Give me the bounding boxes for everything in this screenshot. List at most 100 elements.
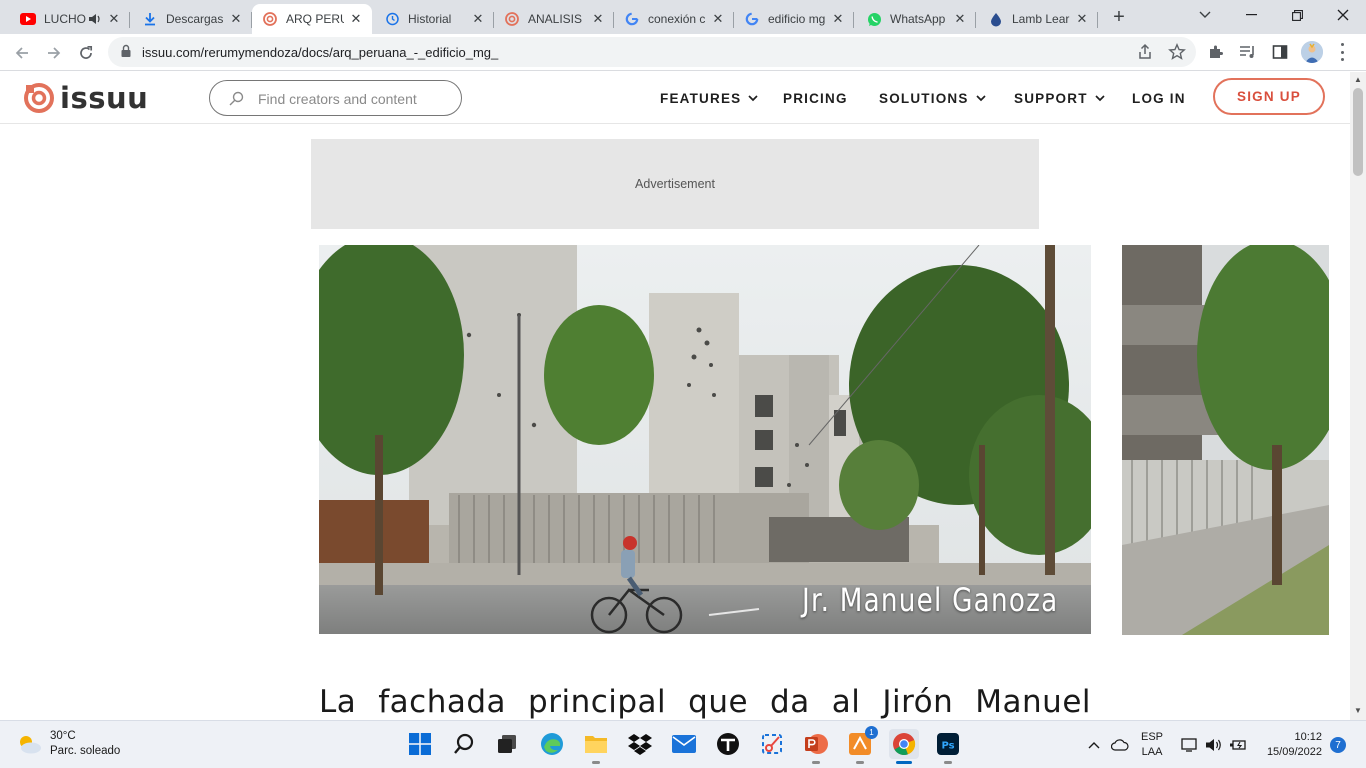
onedrive-icon[interactable] [1110, 735, 1130, 755]
signup-button[interactable]: SIGN UP [1213, 78, 1325, 115]
tab-close-icon[interactable]: ✕ [590, 11, 606, 27]
tab-edificio[interactable]: edificio mg ✕ [734, 4, 854, 34]
photoshop-app[interactable]: Ps [933, 729, 963, 764]
search-input[interactable] [258, 89, 448, 109]
chrome-icon [893, 733, 916, 756]
scrollbar-thumb[interactable] [1353, 88, 1363, 176]
bookmark-star-icon[interactable] [1168, 43, 1186, 66]
side-panel-icon[interactable] [1270, 42, 1290, 62]
share-icon[interactable] [1136, 43, 1154, 66]
tab-lamb[interactable]: Lamb Lear ✕ [978, 4, 1098, 34]
scroll-down-arrow-icon[interactable]: ▼ [1353, 706, 1363, 716]
tab-title: edificio mg [768, 12, 826, 26]
tab-analisis[interactable]: ANALISIS I ✕ [494, 4, 614, 34]
system-clock[interactable]: 10:12 15/09/2022 [1256, 730, 1322, 760]
profile-avatar[interactable] [1301, 41, 1323, 63]
weather-widget[interactable]: 30°C Parc. soleado [16, 729, 120, 759]
download-icon [142, 11, 158, 27]
show-hidden-icons-button[interactable] [1086, 735, 1102, 755]
tab-close-icon[interactable]: ✕ [228, 11, 244, 27]
nav-solutions[interactable]: SOLUTIONS [879, 90, 986, 106]
tab-close-icon[interactable]: ✕ [830, 11, 846, 27]
badge-app[interactable]: 1 [845, 726, 878, 764]
reload-icon [80, 45, 93, 59]
extensions-icon[interactable] [1206, 42, 1226, 62]
mail-icon [672, 735, 696, 753]
page-scrollbar[interactable]: ▲ ▼ [1350, 72, 1366, 720]
tab-close-icon[interactable]: ✕ [106, 11, 122, 27]
nav-support-label: SUPPORT [1014, 90, 1088, 106]
tab-search-button[interactable] [1182, 0, 1228, 30]
tab-arq-peru[interactable]: ARQ PERU ✕ [252, 4, 372, 34]
tab-descargas[interactable]: Descargas ✕ [132, 4, 252, 34]
restore-button[interactable] [1274, 0, 1320, 30]
dropbox-icon [628, 734, 652, 755]
back-arrow-icon [15, 47, 28, 59]
scroll-up-arrow-icon[interactable]: ▲ [1353, 75, 1363, 85]
tab-title: ARQ PERU [286, 12, 344, 26]
task-view-button[interactable] [492, 729, 522, 759]
volume-icon[interactable] [1204, 735, 1224, 755]
snipping-tool-app[interactable] [757, 729, 787, 759]
nav-support[interactable]: SUPPORT [1014, 90, 1105, 106]
close-window-button[interactable] [1320, 0, 1366, 30]
mail-app[interactable] [669, 729, 699, 759]
taskbar-search-button[interactable] [449, 729, 479, 759]
back-button[interactable] [8, 39, 36, 67]
tab-title: Historial [408, 12, 452, 26]
tab-youtube[interactable]: LUCHO ✕ [10, 4, 130, 34]
tab-close-icon[interactable]: ✕ [952, 11, 968, 27]
battery-icon[interactable] [1228, 735, 1248, 755]
site-search[interactable] [209, 80, 462, 116]
windows-taskbar: 30°C Parc. soleado 1 Ps ESP LAA 10:12 15… [0, 720, 1366, 768]
photoshop-icon: Ps [937, 733, 959, 755]
new-tab-button[interactable]: + [1108, 6, 1130, 28]
minimize-icon [1245, 14, 1257, 16]
browser-toolbar: issuu.com/rerumymendoza/docs/arq_peruana… [0, 34, 1366, 71]
speaker-icon[interactable] [88, 13, 102, 25]
tab-close-icon[interactable]: ✕ [1074, 11, 1090, 27]
minimize-button[interactable] [1228, 0, 1274, 30]
lock-icon[interactable] [120, 44, 132, 63]
notification-center-badge[interactable]: 7 [1330, 737, 1346, 753]
keyboard-layout: LAA [1141, 746, 1163, 758]
tab-title: WhatsApp [890, 12, 946, 26]
partly-sunny-icon [20, 736, 41, 754]
browser-menu-button[interactable] [1334, 43, 1350, 61]
reload-button[interactable] [72, 39, 100, 67]
powerpoint-app[interactable] [801, 729, 831, 764]
clock-date: 15/09/2022 [1266, 746, 1322, 758]
media-control-icon[interactable] [1238, 42, 1258, 62]
tab-close-icon[interactable]: ✕ [710, 11, 726, 27]
file-explorer-app[interactable] [581, 729, 611, 764]
nav-pricing[interactable]: PRICING [783, 90, 848, 106]
tab-title: LUCHO [44, 12, 86, 26]
task-view-icon [498, 735, 516, 753]
tab-title: Descargas [166, 12, 224, 26]
advertisement-slot[interactable]: Advertisement [311, 139, 1039, 229]
google-icon [744, 11, 760, 27]
issuu-logo[interactable]: issuu [24, 81, 148, 115]
dropbox-app[interactable] [625, 729, 655, 759]
weather-description: Parc. soleado [50, 745, 121, 757]
input-language-indicator[interactable]: ESP LAA [1141, 730, 1163, 760]
tab-title: Lamb Lear [1012, 12, 1070, 26]
tidal-app[interactable] [713, 729, 743, 759]
address-bar[interactable]: issuu.com/rerumymendoza/docs/arq_peruana… [108, 37, 1196, 67]
edge-icon [541, 733, 563, 755]
tab-historial[interactable]: Historial ✕ [374, 4, 494, 34]
forward-button[interactable] [40, 39, 68, 67]
tab-whatsapp[interactable]: WhatsApp ✕ [856, 4, 976, 34]
chrome-app[interactable] [889, 729, 919, 764]
tab-close-icon[interactable]: ✕ [348, 11, 364, 27]
start-button[interactable] [405, 729, 435, 759]
edge-app[interactable] [537, 729, 567, 759]
chevron-down-icon [1199, 11, 1211, 18]
search-icon [228, 91, 244, 112]
tab-close-icon[interactable]: ✕ [470, 11, 486, 27]
tab-conexion[interactable]: conexión c ✕ [614, 4, 734, 34]
nav-features[interactable]: FEATURES [660, 90, 758, 106]
nav-login[interactable]: LOG IN [1132, 90, 1186, 106]
tab-title: conexión c [648, 12, 706, 26]
network-icon[interactable] [1180, 735, 1200, 755]
